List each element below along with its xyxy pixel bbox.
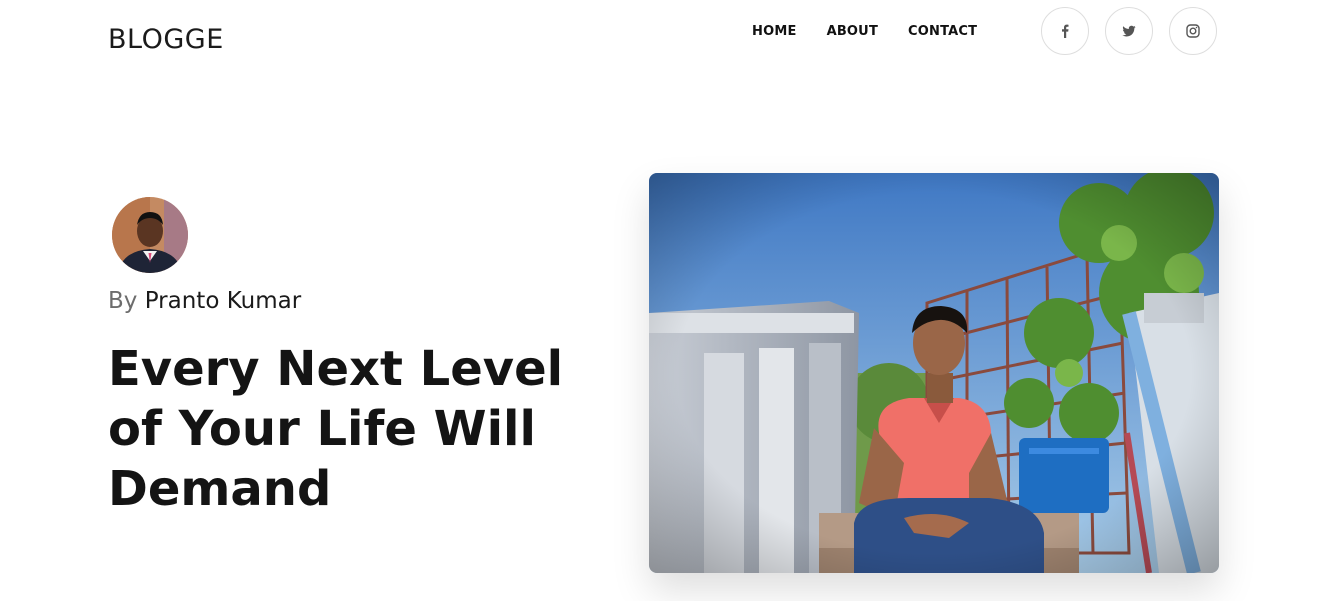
author-avatar (112, 197, 188, 273)
nav-home-link[interactable]: HOME (752, 24, 797, 40)
twitter-icon (1122, 25, 1136, 37)
hero-image (649, 173, 1219, 573)
byline-prefix: By (108, 288, 138, 314)
main-nav: HOME ABOUT CONTACT (752, 24, 1007, 40)
instagram-button[interactable] (1169, 7, 1217, 55)
facebook-button[interactable] (1041, 7, 1089, 55)
nav-contact-link[interactable]: CONTACT (908, 24, 977, 40)
twitter-button[interactable] (1105, 7, 1153, 55)
author-name[interactable]: Pranto Kumar (145, 288, 301, 314)
social-links (1041, 7, 1233, 55)
facebook-icon (1062, 24, 1069, 38)
site-logo[interactable]: BLOGGE (108, 24, 224, 55)
nav-about-link[interactable]: ABOUT (827, 24, 878, 40)
post-title[interactable]: Every Next Level of Your Life Will Deman… (108, 339, 568, 519)
instagram-icon (1186, 24, 1200, 38)
post-byline: By Pranto Kumar (108, 288, 301, 314)
